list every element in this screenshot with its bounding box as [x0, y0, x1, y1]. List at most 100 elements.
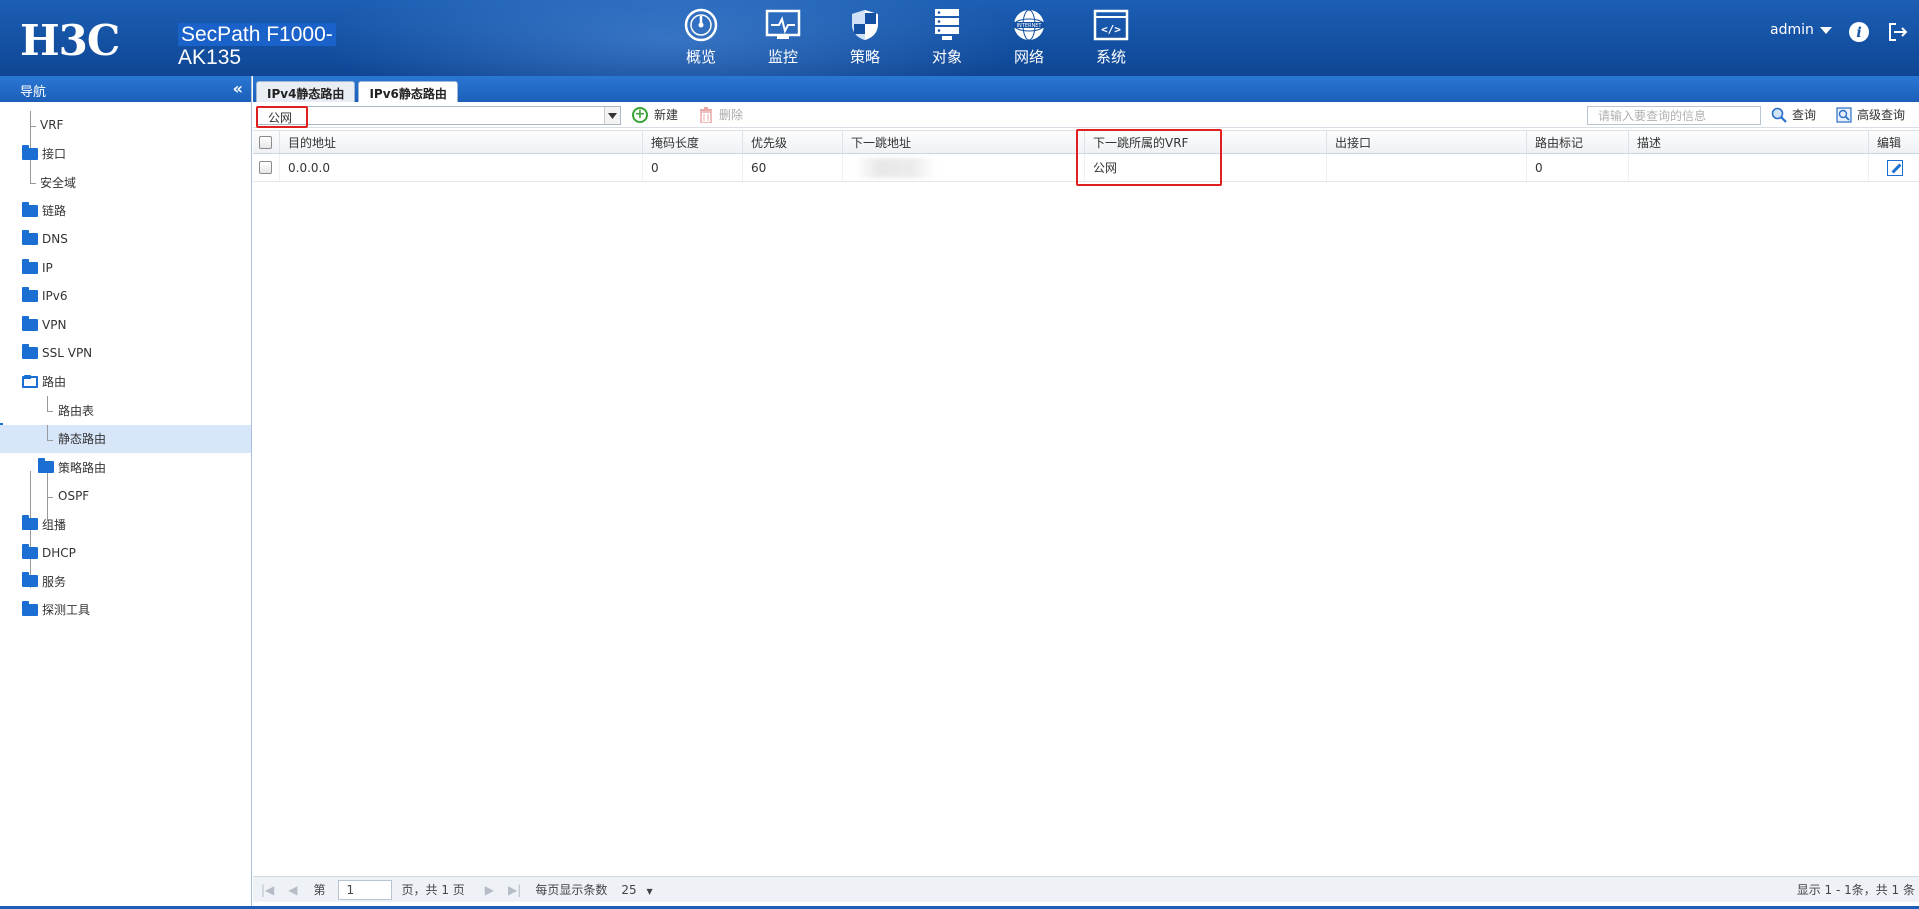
sidebar-item-ospf[interactable]: OSPF [0, 481, 251, 511]
column-header-route-tag[interactable]: 路由标记 [1526, 131, 1628, 153]
sidebar-item-dhcp[interactable]: DHCP [0, 539, 251, 568]
sidebar-item-label: 组播 [42, 517, 67, 532]
sidebar-item-label: 静态路由 [58, 432, 107, 447]
row-checkbox-cell [253, 154, 279, 181]
folder-icon [22, 515, 38, 531]
logout-icon[interactable] [1886, 20, 1910, 44]
sidebar-item-policy-route[interactable]: 策略路由 [0, 453, 251, 482]
add-icon: + [632, 106, 648, 123]
svg-text:i: i [1856, 25, 1861, 41]
chevron-down-icon [1819, 26, 1832, 34]
nav-system[interactable]: </> 系统 [1070, 8, 1152, 67]
new-button-label: 新建 [654, 108, 679, 122]
sidebar-item-interface[interactable]: 接口 [0, 140, 251, 169]
sidebar-item-probe-tools[interactable]: 探测工具 [0, 596, 251, 625]
sidebar-item-label: IP [42, 260, 53, 275]
advanced-query-button-label: 高级查询 [1857, 108, 1906, 122]
cell-nexthop [842, 154, 1084, 181]
sidebar-item-security-zone[interactable]: 安全域 [0, 168, 251, 197]
folder-icon [22, 144, 38, 160]
sidebar-item-services[interactable]: 服务 [0, 567, 251, 596]
per-page-select[interactable]: 25 ▼ [621, 883, 652, 897]
select-all-checkbox[interactable] [259, 135, 272, 149]
sidebar-item-vpn[interactable]: VPN [0, 311, 251, 340]
search-icon [1771, 107, 1787, 123]
sidebar-item-static-route[interactable]: 静态路由 [0, 424, 251, 453]
nav-system-label: 系统 [1095, 48, 1126, 66]
page-number-input[interactable]: 1 [337, 879, 392, 900]
query-button[interactable]: 查询 [1771, 106, 1816, 123]
sidebar-item-routing-table[interactable]: 路由表 [0, 396, 251, 425]
nav-overview[interactable]: 概览 [660, 8, 742, 67]
sidebar-item-label: 链路 [42, 204, 67, 219]
cell-priority: 60 [742, 154, 842, 181]
sidebar-item-label: DHCP [42, 545, 76, 560]
column-header-mask[interactable]: 掩码长度 [642, 131, 742, 153]
nav-network-label: 网络 [1013, 48, 1044, 66]
sidebar-item-ip[interactable]: IP [0, 254, 251, 283]
folder-icon [22, 287, 38, 303]
sidebar-item-label: SSL VPN [42, 346, 93, 361]
cell-route-tag: 0 [1526, 154, 1628, 181]
nav-object[interactable]: 对象 [906, 8, 988, 67]
nav-tree: VRF 接口 安全域 链路 DNS IP IPv6 VPN SSL VPN 路由… [0, 111, 251, 624]
sidebar-item-vrf[interactable]: VRF [0, 111, 251, 140]
folder-icon [22, 230, 38, 246]
sidebar-title: 导航 [20, 85, 47, 100]
folder-icon [22, 315, 38, 331]
info-icon[interactable]: i [1847, 20, 1871, 44]
delete-button[interactable]: 删除 [699, 106, 743, 123]
sidebar-item-ipv6[interactable]: IPv6 [0, 282, 251, 311]
sidebar-item-dns[interactable]: DNS [0, 225, 251, 254]
nav-monitor[interactable]: 监控 [742, 8, 824, 67]
new-button[interactable]: + 新建 [632, 106, 678, 123]
delete-button-label: 删除 [719, 108, 744, 122]
top-header: H3C SecPath F1000- AK135 概览 监控 策略 对象 INT… [0, 0, 1919, 76]
advanced-query-button[interactable]: 高级查询 [1836, 106, 1905, 123]
vrf-select[interactable]: 公网 [257, 106, 621, 125]
sidebar-item-label: 服务 [42, 574, 67, 589]
folder-icon [22, 543, 38, 559]
redacted-nexthop [855, 157, 937, 178]
sidebar-item-routing[interactable]: 路由 [0, 368, 251, 397]
edit-icon[interactable] [1887, 159, 1903, 176]
top-nav: 概览 监控 策略 对象 INTERNET 网络 </> 系统 [660, 8, 1152, 67]
column-header-description[interactable]: 描述 [1628, 131, 1868, 153]
sidebar-item-multicast[interactable]: 组播 [0, 510, 251, 539]
column-header-priority[interactable]: 优先级 [742, 131, 842, 153]
column-header-nexthop[interactable]: 下一跳地址 [842, 131, 1084, 153]
chevron-down-icon: ▼ [646, 886, 653, 896]
column-header-out-interface[interactable]: 出接口 [1326, 131, 1526, 153]
nav-monitor-label: 监控 [767, 48, 798, 66]
last-page-icon[interactable]: ▶| [508, 883, 521, 897]
nav-policy[interactable]: 策略 [824, 8, 906, 67]
chevron-down-icon[interactable] [604, 107, 620, 124]
tab-ipv6-static-route[interactable]: IPv6静态路由 [358, 81, 458, 102]
pager-summary: 显示 1 - 1条，共 1 条 [1796, 883, 1915, 897]
first-page-icon[interactable]: |◀ [261, 883, 274, 897]
collapse-sidebar-icon[interactable]: « [233, 79, 243, 98]
row-checkbox[interactable] [259, 161, 272, 174]
prev-page-icon[interactable]: ◀ [288, 883, 297, 897]
tab-ipv4-static-route[interactable]: IPv4静态路由 [256, 81, 356, 102]
user-menu[interactable]: admin [1770, 22, 1832, 38]
nav-network[interactable]: INTERNET 网络 [988, 8, 1070, 67]
cell-edit [1868, 154, 1919, 181]
h3c-logo: H3C [20, 16, 120, 65]
select-all-checkbox-cell [253, 131, 279, 153]
search-input[interactable] [1587, 106, 1761, 125]
nav-object-label: 对象 [931, 48, 962, 66]
sidebar-item-label: 策略路由 [58, 460, 107, 475]
sidebar-item-label: 接口 [42, 147, 67, 162]
next-page-icon[interactable]: ▶ [485, 883, 494, 897]
folder-icon [38, 458, 54, 474]
folder-icon [22, 344, 38, 360]
highlight-box-nexthop-vrf [1076, 129, 1222, 186]
navigation-sidebar: 导航 « VRF 接口 安全域 链路 DNS IP IPv6 VPN SSL V… [0, 76, 252, 906]
folder-icon [22, 258, 38, 274]
column-header-dest[interactable]: 目的地址 [279, 131, 642, 153]
sidebar-item-link[interactable]: 链路 [0, 197, 251, 226]
sidebar-item-ssl-vpn[interactable]: SSL VPN [0, 339, 251, 368]
highlight-box-vrf-select [256, 106, 308, 128]
sidebar-item-label: VRF [40, 118, 64, 133]
